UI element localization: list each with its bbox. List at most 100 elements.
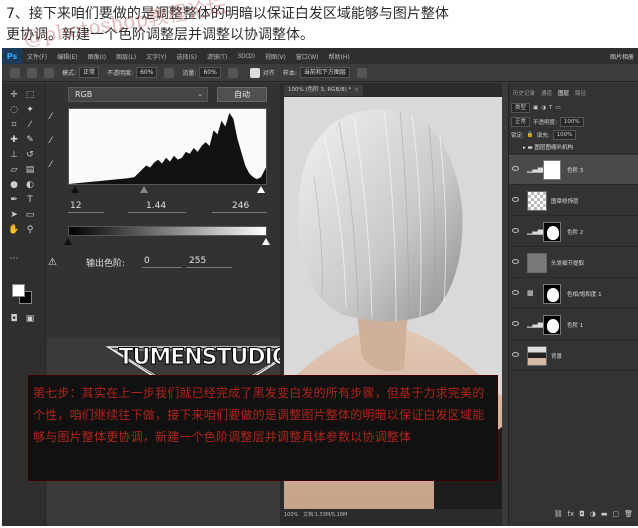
layer-mask-thumbnail[interactable] <box>543 222 561 242</box>
clone-stamp-tool-icon[interactable]: ⊥ <box>8 149 20 161</box>
screen-mode-icon[interactable]: ▣ <box>24 313 36 325</box>
menu-filter[interactable]: 滤镜(T) <box>202 52 232 61</box>
clone-stamp-icon[interactable] <box>10 67 20 78</box>
eraser-tool-icon[interactable]: ▱ <box>8 164 20 176</box>
input-black-value[interactable]: 12 <box>70 201 81 211</box>
clipping-warning-icon[interactable]: ⚠ <box>48 257 57 268</box>
output-black-handle[interactable] <box>64 238 72 245</box>
quick-mask-icon[interactable]: ◘ <box>8 313 20 325</box>
menu-file[interactable]: 文件(F) <box>22 52 52 61</box>
visibility-eye-icon[interactable] <box>512 290 519 295</box>
menu-window[interactable]: 窗口(W) <box>291 52 324 61</box>
black-eyedropper-icon[interactable]: ⁄ <box>50 111 60 123</box>
layer-row-levels-3[interactable]: ▁▃▅ 色阶 3 <box>509 155 638 185</box>
menu-image[interactable]: 图像(I) <box>83 52 111 61</box>
layer-row-stamp[interactable]: 图章修饰层 <box>509 186 638 216</box>
menu-select[interactable]: 选择(S) <box>171 52 202 61</box>
type-tool-icon[interactable]: T <box>24 194 36 206</box>
visibility-eye-icon[interactable] <box>512 197 519 202</box>
menu-help[interactable]: 帮助(H) <box>324 52 355 61</box>
link-icon[interactable]: ⛓ <box>554 510 563 522</box>
visibility-eye-icon[interactable] <box>512 352 519 357</box>
output-white-handle[interactable] <box>262 238 270 245</box>
tab-layers[interactable]: 图层 <box>558 89 569 97</box>
input-gamma-handle[interactable] <box>140 186 148 193</box>
menu-3d[interactable]: 3D(D) <box>232 53 260 60</box>
path-select-icon[interactable]: ➤ <box>8 209 20 221</box>
dodge-tool-icon[interactable]: ◐ <box>24 179 36 191</box>
filter-type-icon[interactable]: T <box>549 105 552 111</box>
output-white-value[interactable]: 255 <box>189 256 206 266</box>
sample-select[interactable]: 当前和下方图层 <box>299 67 350 78</box>
zoom-tool-icon[interactable]: ⚲ <box>24 224 36 236</box>
lock-icon[interactable]: 🔒 <box>527 132 534 138</box>
status-zoom[interactable]: 100% <box>284 512 298 518</box>
channel-select[interactable]: RGB ⌄ <box>68 87 208 102</box>
pressure-opacity-icon[interactable] <box>164 67 175 78</box>
mask-icon[interactable]: ◘ <box>579 510 585 522</box>
layer-mask-thumbnail[interactable] <box>543 160 561 180</box>
shape-tool-icon[interactable]: ▭ <box>24 209 36 221</box>
tab-paths[interactable]: 路径 <box>575 89 586 97</box>
layer-opacity-field[interactable]: 100% <box>559 116 584 127</box>
layer-row-levels-2[interactable]: ▁▃▅ 色阶 2 <box>509 217 638 247</box>
healing-brush-icon[interactable]: ✚ <box>8 134 20 146</box>
marquee-tool-icon[interactable]: ⬚ <box>24 89 36 101</box>
close-tab-icon[interactable]: × <box>354 87 359 93</box>
ignore-adjustment-icon[interactable] <box>356 67 367 78</box>
align-checkbox[interactable] <box>249 67 260 78</box>
visibility-eye-icon[interactable] <box>512 321 519 326</box>
clone-source-icon[interactable] <box>44 67 54 78</box>
airbrush-icon[interactable] <box>227 67 238 78</box>
adjustment-icon[interactable]: ◑ <box>590 510 596 522</box>
blend-mode-select[interactable]: 正常 <box>511 116 531 127</box>
hand-tool-icon[interactable]: ✋ <box>8 224 20 236</box>
fx-icon[interactable]: fx <box>568 510 575 522</box>
brush-preset-icon[interactable] <box>27 67 37 78</box>
auto-button[interactable]: 自动 <box>217 87 267 102</box>
opacity-field[interactable]: 60% <box>136 67 158 78</box>
menu-edit[interactable]: 编辑(E) <box>52 52 82 61</box>
input-white-value[interactable]: 246 <box>232 201 249 211</box>
input-white-handle[interactable] <box>257 186 265 193</box>
folder-icon[interactable]: ▬ <box>601 510 608 522</box>
menu-view[interactable]: 视图(V) <box>260 52 291 61</box>
layer-row-background[interactable]: 背景 <box>509 341 638 371</box>
filter-pixel-icon[interactable]: ▣ <box>533 105 538 111</box>
new-layer-icon[interactable]: ▢ <box>612 510 619 522</box>
brush-tool-icon[interactable]: ✎ <box>24 134 36 146</box>
gradient-tool-icon[interactable]: ▤ <box>24 164 36 176</box>
tab-channels[interactable]: 通道 <box>541 89 552 97</box>
document-tab[interactable]: 100% (色阶 3, RGB/8) * × <box>284 85 363 96</box>
input-levels-slider[interactable] <box>68 185 267 194</box>
layer-kind-select[interactable]: 类型 <box>511 102 531 113</box>
trash-icon[interactable]: 🗑 <box>624 510 633 522</box>
white-eyedropper-icon[interactable]: ⁄ <box>50 159 60 171</box>
eyedropper-tool-icon[interactable]: ⁄ <box>24 119 36 131</box>
layer-row-hue-saturation[interactable]: ▦ 色相/饱和度 1 <box>509 279 638 309</box>
visibility-eye-icon[interactable] <box>512 259 519 264</box>
layer-mask-thumbnail[interactable] <box>543 315 561 335</box>
filter-adjust-icon[interactable]: ◑ <box>541 105 546 111</box>
layer-mask-thumbnail[interactable] <box>543 284 561 304</box>
visibility-eye-icon[interactable] <box>512 166 519 171</box>
flow-field[interactable]: 60% <box>199 67 221 78</box>
foreground-color-swatch[interactable] <box>12 284 25 297</box>
crop-tool-icon[interactable]: ⌗ <box>8 119 20 131</box>
gray-eyedropper-icon[interactable]: ⁄ <box>50 135 60 147</box>
mode-select[interactable]: 正常 <box>79 67 100 78</box>
menu-layer[interactable]: 图层(L) <box>111 52 141 61</box>
tab-history[interactable]: 历史记录 <box>513 89 535 97</box>
pen-tool-icon[interactable]: ✒ <box>8 194 20 206</box>
blur-tool-icon[interactable]: ● <box>8 179 20 191</box>
input-black-handle[interactable] <box>71 186 79 193</box>
history-brush-icon[interactable]: ↺ <box>24 149 36 161</box>
output-black-value[interactable]: 0 <box>144 256 150 266</box>
filter-shape-icon[interactable]: ▭ <box>555 105 560 111</box>
layer-group[interactable]: ▸ ▬ 图层图缩叭机构 <box>509 142 638 154</box>
layer-row-levels-1[interactable]: ▁▃▅ 色阶 1 <box>509 310 638 340</box>
lasso-tool-icon[interactable]: ◌ <box>8 104 20 116</box>
input-gamma-value[interactable]: 1.44 <box>146 201 166 211</box>
more-tools-icon[interactable]: ⋯ <box>8 253 20 265</box>
move-tool-icon[interactable]: ✛ <box>8 89 20 101</box>
